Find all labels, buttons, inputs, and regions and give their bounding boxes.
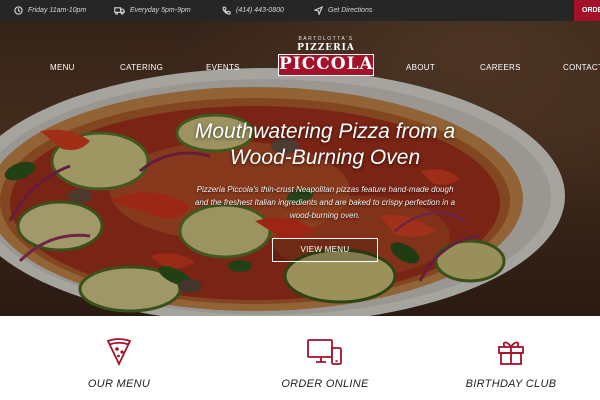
- directions-link[interactable]: Get Directions: [314, 0, 372, 21]
- devices-icon: [307, 339, 342, 365]
- nav-menu[interactable]: MENU: [50, 63, 75, 72]
- feature-order-online[interactable]: ORDER ONLINE: [245, 316, 405, 400]
- nav-contact[interactable]: CONTACT: [563, 63, 600, 72]
- feature-birthday-club[interactable]: BIRTHDAY CLUB: [431, 316, 591, 400]
- delivery-text: Everyday 5pm-9pm: [130, 7, 191, 14]
- nav-careers[interactable]: CAREERS: [480, 63, 521, 72]
- logo-line1: PIZZERIA: [297, 43, 355, 53]
- logo-tagline: BARTOLOTTA'S: [298, 36, 354, 42]
- hero-headline-line2: Wood-Burning Oven: [229, 146, 421, 169]
- clock-icon: [14, 6, 23, 15]
- hours-info: Friday 11am-10pm: [14, 0, 86, 21]
- nav-about[interactable]: ABOUT: [406, 63, 435, 72]
- view-menu-button[interactable]: VIEW MENU: [272, 238, 378, 262]
- delivery-info: Everyday 5pm-9pm: [114, 0, 191, 21]
- phone-info[interactable]: (414) 443-0800: [222, 0, 284, 21]
- gift-icon: [498, 341, 524, 365]
- feature-label[interactable]: BIRTHDAY CLUB: [431, 378, 591, 390]
- location-arrow-icon: [314, 6, 323, 15]
- hero-headline: Mouthwatering Pizza from a Wood-Burning …: [175, 119, 475, 171]
- phone-icon: [222, 6, 231, 15]
- nav-catering[interactable]: CATERING: [120, 63, 163, 72]
- directions-text[interactable]: Get Directions: [328, 7, 372, 14]
- hero-description: Pizzeria Piccola's thin-crust Neapolitan…: [194, 185, 456, 220]
- order-button[interactable]: ORDER: [574, 0, 600, 21]
- hero-headline-line1: Mouthwatering Pizza from a: [194, 120, 456, 143]
- hero-section: MENU CATERING EVENTS ABOUT CAREERS CONTA…: [0, 21, 600, 316]
- top-info-bar: Friday 11am-10pm Everyday 5pm-9pm (414) …: [0, 0, 600, 21]
- logo[interactable]: BARTOLOTTA'S PIZZERIA PICCOLA: [278, 36, 374, 78]
- phone-number[interactable]: (414) 443-0800: [236, 7, 284, 14]
- pizza-slice-icon: [106, 338, 132, 366]
- feature-label[interactable]: OUR MENU: [39, 378, 199, 390]
- logo-line2: PICCOLA: [278, 54, 374, 76]
- hours-text: Friday 11am-10pm: [28, 7, 87, 14]
- nav-events[interactable]: EVENTS: [206, 63, 240, 72]
- feature-our-menu[interactable]: OUR MENU: [39, 316, 199, 400]
- feature-label[interactable]: ORDER ONLINE: [245, 378, 405, 390]
- truck-icon: [114, 7, 125, 15]
- features-row: OUR MENU ORDER ONLINE BIRTHDAY CLUB: [0, 316, 600, 400]
